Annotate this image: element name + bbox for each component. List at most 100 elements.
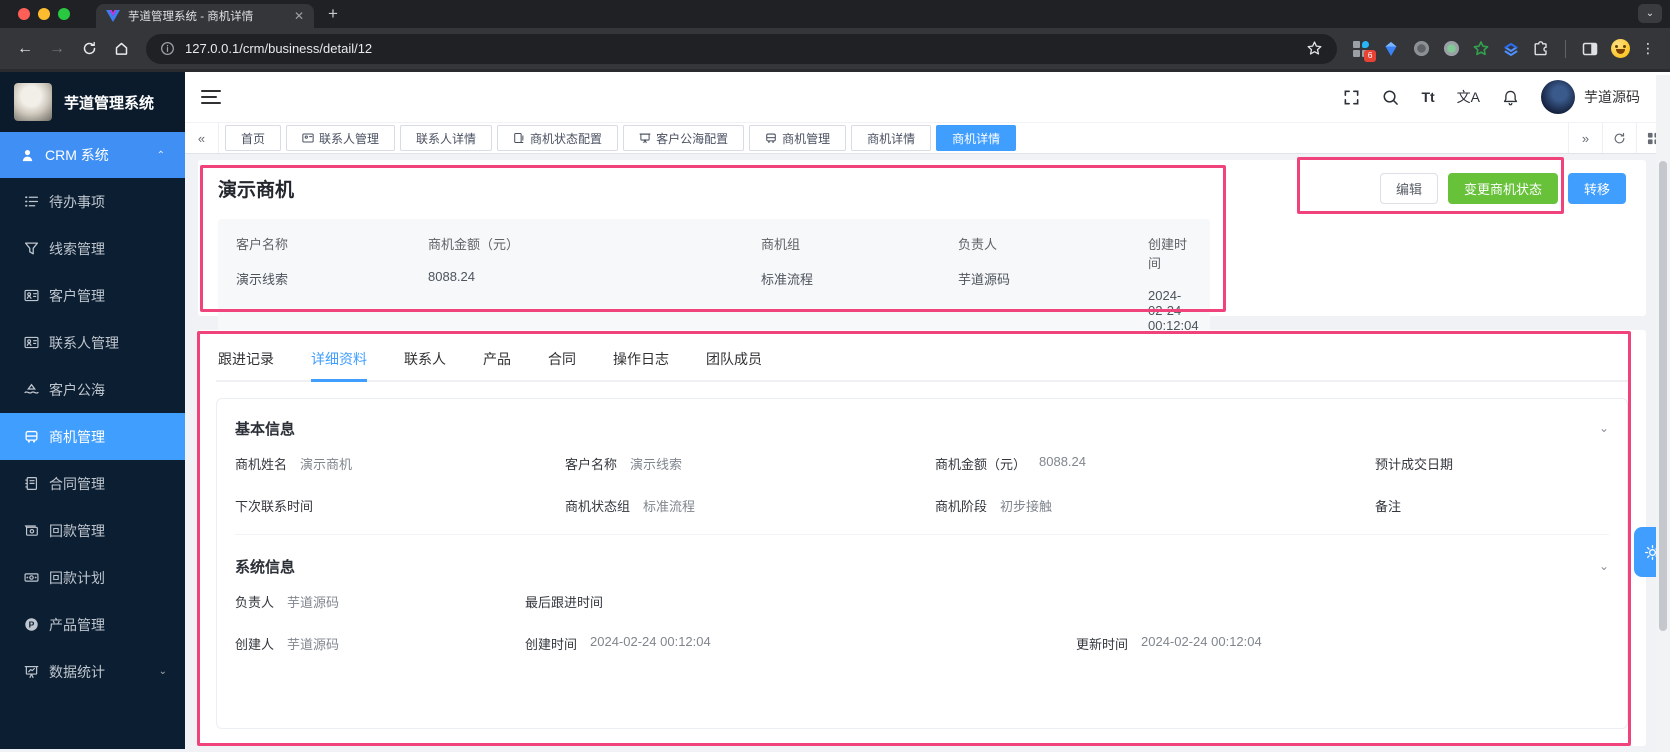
field-label: 负责人 bbox=[958, 237, 998, 252]
sidebar-item-contacts[interactable]: 联系人管理 bbox=[0, 319, 185, 366]
user-avatar bbox=[1541, 80, 1575, 114]
page-scrollbar[interactable] bbox=[1656, 75, 1670, 752]
field-value: 8088.24 bbox=[1039, 453, 1087, 469]
change-status-button[interactable]: 变更商机状态 bbox=[1447, 173, 1558, 204]
notification-bell-icon[interactable] bbox=[1502, 89, 1519, 106]
tab-follow-records[interactable]: 跟进记录 bbox=[218, 338, 274, 382]
sidebar-item-pool[interactable]: 客户公海 bbox=[0, 366, 185, 413]
summary-field: 创建时间 2024-02-24 00:12:04 bbox=[1148, 234, 1199, 333]
tag-business-detail-active[interactable]: 商机详情 bbox=[936, 125, 1017, 151]
logo-image bbox=[14, 83, 52, 121]
fullscreen-icon[interactable] bbox=[1343, 89, 1360, 106]
address-bar[interactable]: 127.0.0.1/crm/business/detail/12 bbox=[146, 33, 1337, 64]
basic-info-grid: 商机姓名 演示商机 客户名称 演示线索 商机金额（元） 8088.24 预计成交日期 … bbox=[235, 454, 1609, 515]
business-bus-icon bbox=[766, 133, 776, 143]
font-size-icon[interactable]: Tt bbox=[1421, 89, 1434, 105]
extensions-puzzle-icon[interactable] bbox=[1531, 39, 1551, 59]
sidebar-item-label: 商机管理 bbox=[49, 428, 105, 445]
tab-search-icon[interactable]: ⌄ bbox=[1638, 4, 1662, 23]
chevron-down-icon[interactable]: ⌄ bbox=[1599, 421, 1609, 435]
tag-business-detail[interactable]: 商机详情 bbox=[851, 125, 932, 151]
home-icon[interactable] bbox=[106, 34, 136, 64]
site-info-icon[interactable] bbox=[160, 41, 175, 56]
sidebar-item-business[interactable]: 商机管理 bbox=[0, 413, 185, 460]
minimize-window-button[interactable] bbox=[38, 8, 50, 20]
business-detail-card: 跟进记录 详细资料 联系人 产品 合同 操作日志 团队成员 基本信息 ⌄ 商机姓… bbox=[198, 330, 1646, 746]
sidebar-item-products[interactable]: P 产品管理 bbox=[0, 601, 185, 648]
sidebar-item-crm[interactable]: CRM 系统 ⌃ bbox=[0, 132, 185, 178]
user-icon bbox=[22, 149, 33, 161]
user-menu[interactable]: 芋道源码 bbox=[1541, 80, 1640, 114]
bookmark-star-icon[interactable] bbox=[1306, 40, 1323, 57]
sea-waves-icon bbox=[24, 383, 39, 394]
sidebar-item-customers[interactable]: 客户管理 bbox=[0, 272, 185, 319]
transfer-button[interactable]: 转移 bbox=[1567, 173, 1626, 204]
tab-detail-info[interactable]: 详细资料 bbox=[311, 338, 367, 382]
sidebar-item-label: 数据统计 bbox=[49, 663, 105, 680]
browser-tab[interactable]: 芋道管理系统 - 商机详情 ✕ bbox=[96, 4, 314, 28]
scroll-tags-right-icon[interactable]: » bbox=[1568, 123, 1602, 153]
chevron-up-icon: ⌃ bbox=[156, 149, 165, 161]
tab-contracts[interactable]: 合同 bbox=[548, 338, 576, 382]
green-star-extension-icon[interactable] bbox=[1471, 39, 1491, 59]
profile-emoji-icon[interactable] bbox=[1610, 39, 1630, 59]
collapse-menu-icon[interactable] bbox=[201, 90, 221, 104]
chevron-down-icon[interactable]: ⌄ bbox=[1599, 559, 1609, 573]
field-value: 芋道源码 bbox=[287, 636, 340, 652]
browser-menu-icon[interactable]: ⋮ bbox=[1640, 40, 1656, 57]
detail-tabs: 跟进记录 详细资料 联系人 产品 合同 操作日志 团队成员 bbox=[216, 338, 1628, 382]
field-value: 初步接触 bbox=[1000, 498, 1053, 514]
product-p-icon: P bbox=[25, 618, 38, 631]
tag-home[interactable]: 首页 bbox=[225, 125, 282, 151]
back-icon[interactable]: ← bbox=[10, 34, 40, 64]
layers-extension-icon[interactable] bbox=[1501, 39, 1521, 59]
tag-pool-config[interactable]: 客户公海配置 bbox=[623, 125, 745, 151]
tab-operation-log[interactable]: 操作日志 bbox=[613, 338, 669, 382]
tag-business-status-config[interactable]: 商机状态配置 bbox=[497, 125, 619, 151]
close-window-button[interactable] bbox=[18, 8, 30, 20]
gem-extension-icon[interactable] bbox=[1381, 39, 1401, 59]
tab-close-icon[interactable]: ✕ bbox=[294, 9, 304, 23]
app-logo[interactable]: 芋道管理系统 bbox=[0, 72, 185, 132]
customer-card-icon bbox=[24, 289, 39, 302]
tab-team-members[interactable]: 团队成员 bbox=[706, 338, 762, 382]
sidebar-item-label: 线索管理 bbox=[49, 240, 105, 257]
leads-funnel-icon bbox=[24, 242, 39, 255]
sidebar-item-payment-plan[interactable]: 回款计划 bbox=[0, 554, 185, 601]
sidebar-submenu: 待办事项 线索管理 客户管理 联系人管理 客户公海 商机管理 合同管理 回款管理… bbox=[0, 178, 185, 749]
new-tab-button[interactable]: + bbox=[328, 4, 338, 24]
translate-icon[interactable]: 文A bbox=[1457, 87, 1480, 107]
detail-info-panel: 基本信息 ⌄ 商机姓名 演示商机 客户名称 演示线索 商机金额（元） 8088.24 … bbox=[216, 397, 1628, 729]
sidebar-item-contracts[interactable]: 合同管理 bbox=[0, 460, 185, 507]
sidebar-item-statistics[interactable]: 数据统计 ⌄ bbox=[0, 648, 185, 695]
browser-tab-strip: 芋道管理系统 - 商机详情 ✕ + ⌄ bbox=[0, 0, 1670, 28]
devtools-extension-icon[interactable]: 6 bbox=[1351, 39, 1376, 62]
grey-circle-extension-icon[interactable] bbox=[1411, 39, 1431, 59]
scrollbar-thumb[interactable] bbox=[1659, 161, 1667, 631]
tag-contact-manage[interactable]: 联系人管理 bbox=[286, 125, 396, 151]
tag-contact-detail[interactable]: 联系人详情 bbox=[400, 125, 493, 151]
sidebar-item-leads[interactable]: 线索管理 bbox=[0, 225, 185, 272]
tag-business-manage[interactable]: 商机管理 bbox=[749, 125, 847, 151]
field-label: 下次联系时间 bbox=[235, 498, 314, 514]
refresh-tag-icon[interactable] bbox=[1602, 123, 1636, 153]
field-value: 芋道源码 bbox=[287, 594, 340, 610]
scroll-tags-left-icon[interactable]: « bbox=[185, 123, 219, 153]
edit-button[interactable]: 编辑 bbox=[1379, 173, 1438, 204]
side-panel-icon[interactable] bbox=[1580, 39, 1600, 59]
sidebar-item-label: 产品管理 bbox=[49, 616, 105, 633]
sidebar-item-receivables[interactable]: 回款管理 bbox=[0, 507, 185, 554]
board-config-icon bbox=[639, 133, 651, 144]
green-dot-extension-icon[interactable] bbox=[1441, 39, 1461, 59]
tab-contacts[interactable]: 联系人 bbox=[404, 338, 446, 382]
search-icon[interactable] bbox=[1382, 89, 1399, 106]
sidebar-item-label: 合同管理 bbox=[49, 475, 105, 492]
forward-icon[interactable]: → bbox=[42, 34, 72, 64]
sidebar-item-todo[interactable]: 待办事项 bbox=[0, 178, 185, 225]
tab-products[interactable]: 产品 bbox=[483, 338, 511, 382]
field-value: 演示线索 bbox=[630, 456, 683, 472]
reload-icon[interactable] bbox=[74, 34, 104, 64]
sidebar-item-label: 联系人管理 bbox=[49, 334, 119, 351]
zoom-window-button[interactable] bbox=[58, 8, 70, 20]
business-bus-icon bbox=[25, 430, 38, 443]
